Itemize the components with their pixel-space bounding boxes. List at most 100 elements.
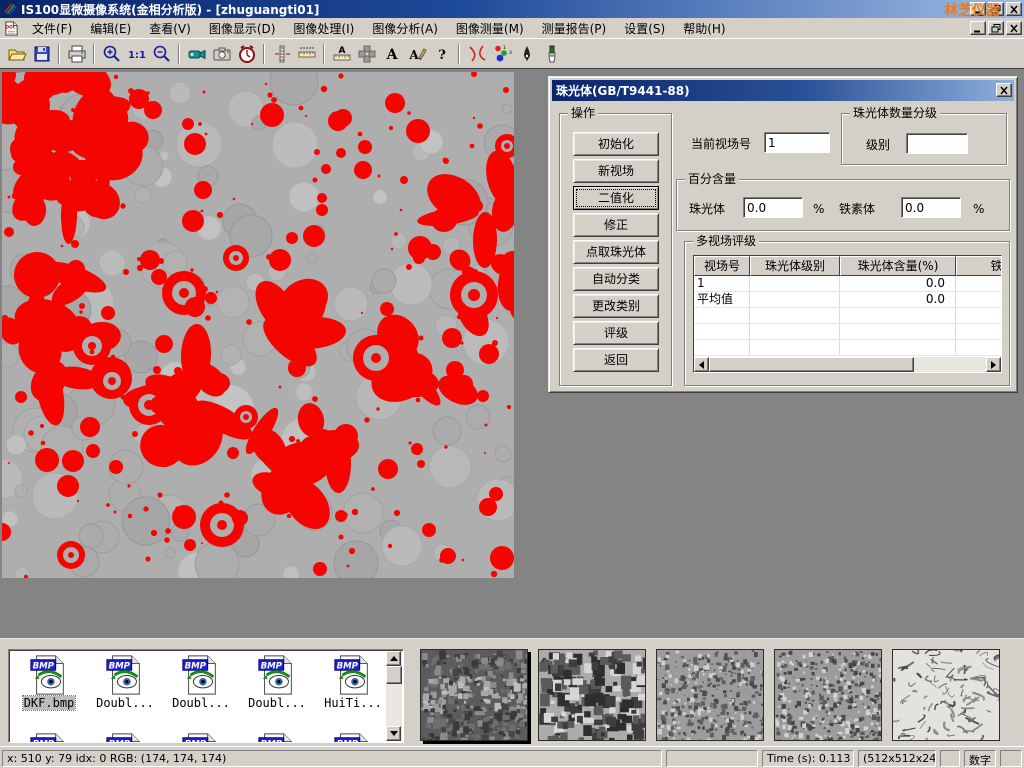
file-item-partial[interactable]: BMP <box>317 732 389 743</box>
file-item-partial[interactable]: BMP <box>89 732 161 743</box>
caliper-icon[interactable] <box>269 42 294 66</box>
scrollbar-track[interactable] <box>914 357 986 372</box>
video-camera-icon[interactable] <box>184 42 209 66</box>
status-spacer-2 <box>940 750 960 767</box>
operation-button-4[interactable]: 修正 <box>573 213 659 237</box>
file-item[interactable]: BMPHuiTi... <box>317 654 389 710</box>
table-cell <box>956 276 1002 291</box>
operation-button-9[interactable]: 返回 <box>573 348 659 372</box>
actual-size-icon[interactable]: 1:1 <box>124 42 149 66</box>
main-restore-button[interactable] <box>988 2 1004 16</box>
table-row[interactable] <box>694 308 1001 324</box>
file-item-partial[interactable]: BMP <box>165 732 237 743</box>
table-row[interactable]: 平均值0.0 <box>694 292 1001 308</box>
sample-thumbnail-4[interactable] <box>774 649 882 741</box>
operation-button-7[interactable]: 更改类别 <box>573 294 659 318</box>
child-minimize-button[interactable] <box>970 21 986 35</box>
measure-text-icon[interactable]: A <box>329 42 354 66</box>
table-horizontal-scrollbar[interactable] <box>694 357 1001 372</box>
operation-button-2[interactable]: 新视场 <box>573 159 659 183</box>
menu-file[interactable]: 文件(F) <box>23 18 81 39</box>
table-header-cell: 珠光体级别 <box>750 256 840 276</box>
operation-button-1[interactable]: 初始化 <box>573 132 659 156</box>
file-list[interactable]: BMPDKF.bmpBMPDoubl...BMPDoubl...BMPDoubl… <box>8 649 404 743</box>
annotate-icon[interactable]: A <box>404 42 429 66</box>
operation-button-8[interactable]: 评级 <box>573 321 659 345</box>
dialog-body: 操作 初始化新视场二值化修正点取珠光体自动分类更改类别评级返回 当前视场号 珠光… <box>552 101 1014 391</box>
menu-measure-report[interactable]: 测量报告(P) <box>533 18 616 39</box>
grade-input[interactable] <box>906 133 968 154</box>
ruler-icon[interactable] <box>294 42 319 66</box>
status-spacer-3 <box>1000 750 1022 767</box>
table-cell: 1 <box>694 276 750 291</box>
pearlite-unit: % <box>813 202 824 216</box>
save-icon[interactable] <box>29 42 54 66</box>
zoom-out-icon[interactable] <box>149 42 174 66</box>
menu-bar: DOC 文件(F)编辑(E)查看(V)图像显示(D)图像处理(I)图像分析(A)… <box>0 18 1024 38</box>
scroll-left-button[interactable] <box>694 357 709 372</box>
phase-dots-icon[interactable]: 13 <box>489 42 514 66</box>
rating-table[interactable]: 视场号珠光体级别珠光体含量(%)铁素体含量(%) 10.0平均值0.0 <box>693 255 1002 373</box>
print-icon[interactable] <box>64 42 89 66</box>
file-item[interactable]: BMPDoubl... <box>89 654 161 710</box>
menu-view[interactable]: 查看(V) <box>140 18 200 39</box>
child-restore-button[interactable] <box>988 21 1004 35</box>
operation-button-3[interactable]: 二值化 <box>573 186 659 210</box>
sample-thumbnail-2[interactable] <box>538 649 646 741</box>
file-item[interactable]: BMPDoubl... <box>165 654 237 710</box>
table-row[interactable] <box>694 340 1001 356</box>
pearlite-input[interactable] <box>743 197 803 218</box>
scroll-down-button[interactable] <box>386 726 401 741</box>
text-label-icon[interactable]: A <box>379 42 404 66</box>
file-item[interactable]: BMPDoubl... <box>241 654 313 710</box>
current-field-input[interactable] <box>764 132 830 153</box>
zoom-in-icon[interactable] <box>99 42 124 66</box>
file-item-partial[interactable]: BMP <box>13 732 85 743</box>
table-row[interactable] <box>694 324 1001 340</box>
timer-icon[interactable] <box>234 42 259 66</box>
file-scrollbar-track[interactable] <box>386 684 402 726</box>
child-close-button[interactable] <box>1006 21 1022 35</box>
pen-icon[interactable] <box>514 42 539 66</box>
sample-thumbnail-1[interactable] <box>420 649 528 741</box>
main-minimize-button[interactable] <box>970 2 986 16</box>
svg-text:BMP: BMP <box>261 661 283 671</box>
open-file-icon[interactable] <box>4 42 29 66</box>
dialog-title-bar[interactable]: 珠光体(GB/T9441-88) <box>552 80 1014 101</box>
scroll-up-button[interactable] <box>386 651 401 666</box>
menu-image-display[interactable]: 图像显示(D) <box>200 18 285 39</box>
file-item[interactable]: BMPDKF.bmp <box>13 654 85 710</box>
file-list-scrollbar[interactable] <box>386 651 402 741</box>
bmp-file-icon: BMP <box>89 732 161 743</box>
ferrite-input[interactable] <box>901 197 961 218</box>
scroll-right-button[interactable] <box>986 357 1001 372</box>
menu-image-analysis[interactable]: 图像分析(A) <box>363 18 447 39</box>
file-item-partial[interactable]: BMP <box>241 732 313 743</box>
micrograph-view[interactable] <box>2 72 514 578</box>
curve-tool-icon[interactable] <box>464 42 489 66</box>
help-icon[interactable]: ? <box>429 42 454 66</box>
toolbar-separator <box>178 44 180 64</box>
svg-text:3: 3 <box>509 50 512 56</box>
table-row[interactable]: 10.0 <box>694 276 1001 292</box>
main-close-button[interactable] <box>1006 2 1022 16</box>
file-scrollbar-thumb[interactable] <box>386 666 402 684</box>
menu-settings[interactable]: 设置(S) <box>615 18 674 39</box>
table-cell: 平均值 <box>694 292 750 307</box>
dialog-close-button[interactable] <box>996 83 1012 97</box>
sample-thumbnail-5[interactable] <box>892 649 1000 741</box>
brush-icon[interactable] <box>539 42 564 66</box>
grid-tool-icon[interactable] <box>354 42 379 66</box>
scrollbar-thumb[interactable] <box>709 357 914 372</box>
capture-camera-icon[interactable] <box>209 42 234 66</box>
menu-image-measure[interactable]: 图像测量(M) <box>447 18 533 39</box>
operation-button-5[interactable]: 点取珠光体 <box>573 240 659 264</box>
operation-button-6[interactable]: 自动分类 <box>573 267 659 291</box>
sample-thumbnail-3[interactable] <box>656 649 764 741</box>
menu-edit[interactable]: 编辑(E) <box>81 18 140 39</box>
pearlite-dialog: 珠光体(GB/T9441-88) 操作 初始化新视场二值化修正点取珠光体自动分类… <box>548 76 1018 393</box>
menu-help[interactable]: 帮助(H) <box>674 18 734 39</box>
svg-text:DOC: DOC <box>5 24 15 29</box>
menu-image-processing[interactable]: 图像处理(I) <box>284 18 363 39</box>
table-cell <box>840 308 956 323</box>
